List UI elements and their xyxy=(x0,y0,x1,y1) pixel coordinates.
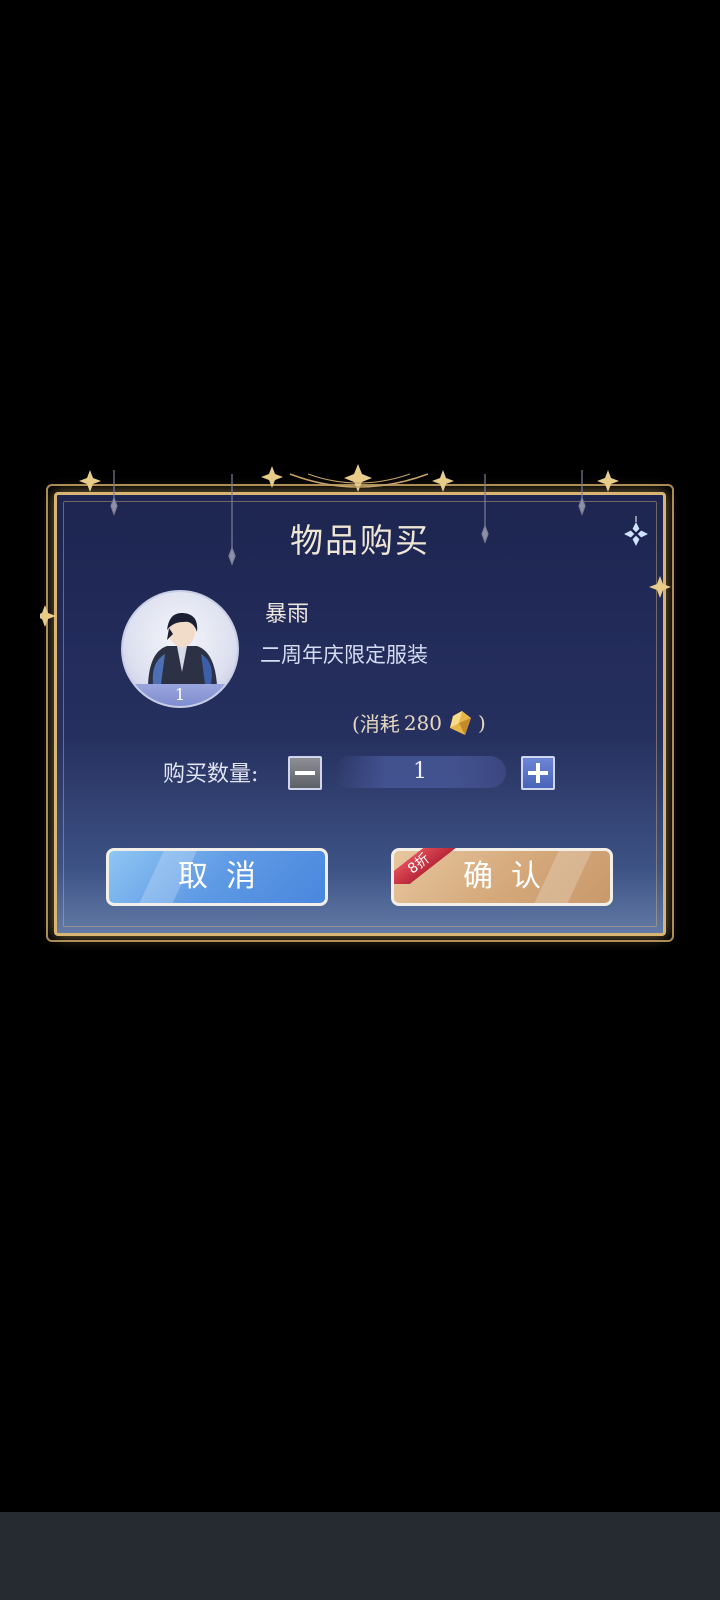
cost-display: (消耗 280 ) xyxy=(352,708,486,737)
cost-amount: 280 xyxy=(403,710,442,735)
close-button[interactable] xyxy=(620,516,652,548)
dialog-title: 物品购买 xyxy=(290,521,430,560)
screen: 物品购买 1 暴雨 二周年庆限定服装 (消耗 280 ) 购买数量: 1 取消 … xyxy=(0,0,720,1600)
cancel-button[interactable]: 取消 xyxy=(106,848,328,906)
item-avatar[interactable]: 1 xyxy=(121,590,239,708)
gold-crystal-icon xyxy=(450,710,471,735)
increase-quantity-button[interactable] xyxy=(521,756,555,790)
cost-prefix: (消耗 xyxy=(352,712,400,736)
system-navigation-bar xyxy=(0,1512,720,1600)
item-description: 二周年庆限定服装 xyxy=(260,643,428,667)
decrease-quantity-button[interactable] xyxy=(288,756,322,790)
quantity-input[interactable]: 1 xyxy=(334,756,506,788)
discount-badge-label: 8折 xyxy=(394,848,456,884)
cancel-button-label: 取消 xyxy=(178,859,274,894)
character-portrait-icon xyxy=(148,612,217,686)
discount-badge: 8折 xyxy=(394,848,456,884)
quantity-label: 购买数量: xyxy=(163,762,259,787)
close-sparkle-icon xyxy=(624,516,648,546)
owned-count: 1 xyxy=(123,684,237,706)
cost-suffix: ) xyxy=(478,710,486,735)
item-name: 暴雨 xyxy=(265,602,310,627)
